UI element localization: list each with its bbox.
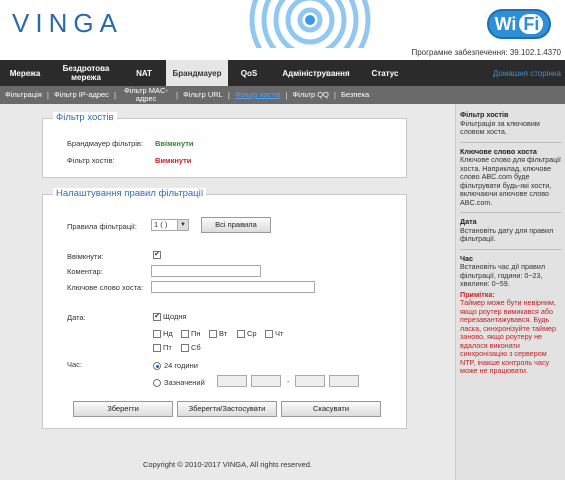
help-section-date: Дата Встановіть дату для правил фільтрац…: [460, 217, 561, 250]
start-minute-input[interactable]: [251, 375, 281, 387]
checkbox-box: [237, 330, 245, 339]
host-keyword-input[interactable]: [151, 281, 315, 293]
filter-rules-panel-title: Налаштування правил фільтрації: [53, 188, 207, 199]
day-label: Вт: [219, 329, 228, 338]
checkbox-box: [153, 344, 161, 353]
filter-rules-select[interactable]: 1 ( ) ▼: [151, 219, 189, 231]
date-label: Дата:: [67, 313, 86, 322]
all-rules-button[interactable]: Всі правила: [201, 217, 271, 233]
radio-dot: [153, 379, 161, 388]
host-filter-status-link[interactable]: Вимкнути: [155, 156, 191, 165]
nav-nat[interactable]: NAT: [122, 60, 166, 86]
checkbox-box: [181, 344, 189, 353]
time-24h-radio[interactable]: 24 години: [153, 361, 198, 371]
cancel-button[interactable]: Скасувати: [281, 401, 381, 417]
help-text: Встановіть дату для правил фільтрації.: [460, 225, 554, 243]
sub-nav: Фільтрація | Фільтр IP-адрес | Фільтр MA…: [0, 86, 565, 104]
daily-check-mark: ✔: [153, 313, 161, 322]
checkbox-box: [153, 330, 161, 339]
comment-label: Коментар:: [67, 267, 103, 276]
day-checkbox-fri[interactable]: Пт: [153, 343, 172, 353]
time-range-separator: -: [287, 377, 290, 386]
daily-checkbox[interactable]: ✔ Щодня: [153, 312, 187, 322]
day-label: Пт: [163, 343, 172, 352]
subnav-url-filter[interactable]: Фільтр URL: [178, 91, 228, 99]
day-checkbox-sun[interactable]: Нд: [153, 329, 173, 339]
day-checkbox-sat[interactable]: Сб: [181, 343, 201, 353]
nav-home-link[interactable]: Домашня сторінка: [485, 60, 565, 86]
nav-wireless[interactable]: Бездротова мережа: [50, 60, 122, 86]
save-button[interactable]: Зберегти: [73, 401, 173, 417]
comment-input[interactable]: [151, 265, 261, 277]
enable-checkbox[interactable]: ✔: [153, 250, 163, 260]
subnav-qq-filter[interactable]: Фільтр QQ: [287, 91, 333, 99]
subnav-mac-filter[interactable]: Фільтр MAC-адрес: [116, 87, 176, 103]
help-sidebar: Фільтр хостів Фільтрація за ключовим сло…: [455, 104, 565, 480]
help-section-time: Час Встановіть час дії правил фільтрації…: [460, 254, 561, 376]
nav-network[interactable]: Мережа: [0, 60, 50, 86]
subnav-filtering[interactable]: Фільтрація: [0, 91, 47, 99]
daily-label: Щодня: [163, 312, 187, 321]
day-label: Ср: [247, 329, 257, 338]
main-nav: Мережа Бездротова мережа NAT Брандмауер …: [0, 60, 565, 86]
day-checkbox-thu[interactable]: Чт: [265, 329, 284, 339]
help-section-host-filter: Фільтр хостів Фільтрація за ключовим сло…: [460, 110, 561, 143]
wifi-logo-fi: Fi: [519, 14, 544, 34]
wifi-logo: Wi Fi: [487, 9, 551, 39]
filter-rules-panel: Налаштування правил фільтрації Правила ф…: [42, 188, 407, 429]
day-checkbox-wed[interactable]: Ср: [237, 329, 257, 339]
checkbox-box: [209, 330, 217, 339]
chevron-down-icon[interactable]: ▼: [177, 220, 188, 230]
help-note-text: Таймер може бути невірним, якщо роутер в…: [460, 298, 556, 375]
day-label: Нд: [163, 329, 173, 338]
enable-label: Ввімкнути:: [67, 252, 104, 261]
firewall-filters-status-link[interactable]: Ввімкнути: [155, 139, 194, 148]
vinga-logo: VINGA: [12, 8, 123, 38]
time-custom-label: Зазначений: [164, 378, 205, 387]
help-section-keyword: Ключове слово хоста Ключове слово для фі…: [460, 147, 561, 213]
filter-rules-select-value: 1 ( ): [154, 220, 168, 229]
time-custom-radio[interactable]: Зазначений: [153, 378, 205, 388]
firewall-filters-label: Брандмауер фільтрів:: [67, 139, 143, 148]
nav-qos[interactable]: QoS: [228, 60, 270, 86]
checkbox-box: [181, 330, 189, 339]
host-keyword-label: Ключове слово хоста:: [67, 283, 144, 292]
end-minute-input[interactable]: [329, 375, 359, 387]
main-content: Фільтр хостів Брандмауер фільтрів: Ввімк…: [0, 104, 455, 480]
router-admin-page: VINGA Wi Fi Програмне забезпечення: 39.10…: [0, 0, 565, 480]
end-hour-input[interactable]: [295, 375, 325, 387]
subnav-host-filter[interactable]: Фільтр хостів: [230, 91, 285, 99]
filter-rules-label: Правила фільтрації:: [67, 222, 137, 231]
header: VINGA Wi Fi: [0, 0, 565, 48]
nav-firewall[interactable]: Брандмауер: [166, 60, 228, 86]
help-text: Фільтрація за ключовим словом хоста.: [460, 118, 540, 136]
nav-administration[interactable]: Адміністрування: [270, 60, 362, 86]
subnav-security[interactable]: Безпека: [336, 91, 374, 99]
radio-dot: [153, 362, 161, 371]
wifi-logo-wi: Wi: [494, 14, 517, 34]
time-label: Час:: [67, 360, 83, 369]
day-label: Сб: [191, 343, 201, 352]
day-checkbox-tue[interactable]: Вт: [209, 329, 228, 339]
host-filter-label: Фільтр хостів:: [67, 156, 115, 165]
day-label: Пн: [191, 329, 201, 338]
help-text: Ключове слово для фільтрації хоста. Напр…: [460, 155, 561, 207]
wireless-waves-icon: [249, 0, 371, 48]
host-filter-panel: Фільтр хостів Брандмауер фільтрів: Ввімк…: [42, 112, 407, 178]
checkbox-box: [265, 330, 273, 339]
start-hour-input[interactable]: [217, 375, 247, 387]
help-text: Встановіть час дії правил фільтрації, го…: [460, 262, 546, 288]
enable-check-mark: ✔: [153, 251, 161, 260]
host-filter-panel-title: Фільтр хостів: [53, 112, 117, 123]
nav-status[interactable]: Статус: [362, 60, 408, 86]
firmware-version: Програмне забезпечення: 39.102.1.4370: [411, 48, 561, 57]
copyright-text: Copyright © 2010-2017 VINGA, All rights …: [143, 460, 312, 469]
time-24h-label: 24 години: [164, 361, 198, 370]
subnav-ip-filter[interactable]: Фільтр IP-адрес: [49, 91, 114, 99]
day-checkbox-mon[interactable]: Пн: [181, 329, 201, 339]
save-apply-button[interactable]: Зберегти/Застосувати: [177, 401, 277, 417]
day-label: Чт: [275, 329, 284, 338]
